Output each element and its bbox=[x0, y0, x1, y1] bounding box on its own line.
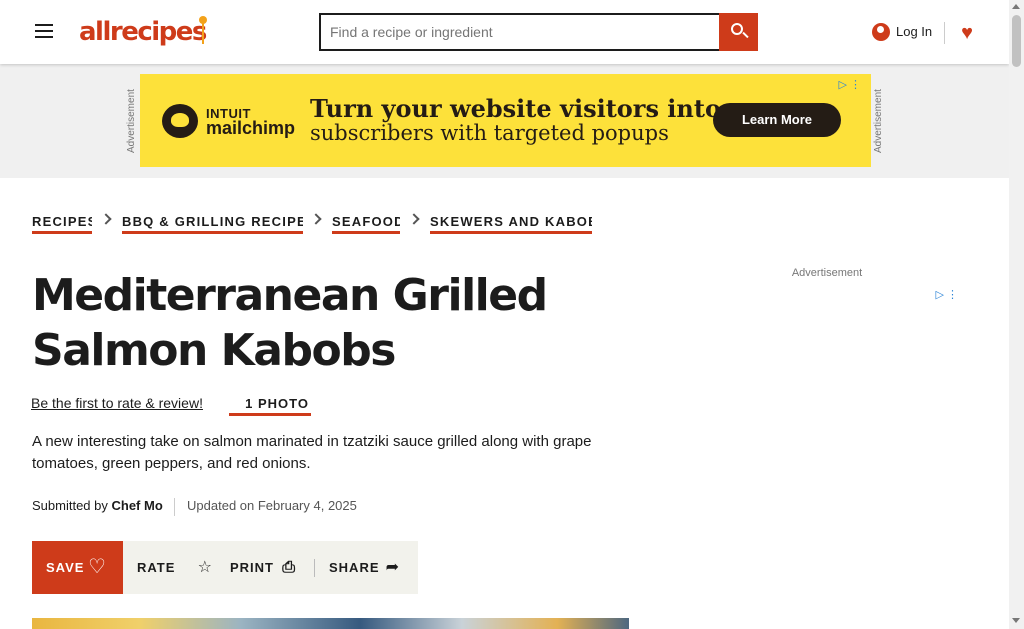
breadcrumb-bbq-grilling[interactable]: BBQ & GRILLING RECIPES bbox=[122, 210, 303, 234]
rate-button[interactable]: RATE ☆ bbox=[137, 556, 217, 580]
menu-button[interactable] bbox=[30, 18, 58, 45]
recipe-description: A new interesting take on salmon marinat… bbox=[32, 433, 592, 472]
heart-icon: ♥ bbox=[961, 22, 973, 44]
logo-text: allrecipes bbox=[79, 17, 207, 47]
recipe-hero-image[interactable] bbox=[32, 618, 629, 629]
menu-icon-bar bbox=[35, 30, 53, 32]
chevron-right-icon bbox=[310, 213, 322, 225]
ad-headline-line2: subscribers with targeted popups bbox=[310, 121, 669, 145]
updated-date: Updated on February 4, 2025 bbox=[187, 498, 357, 513]
chevron-right-icon bbox=[100, 213, 112, 225]
save-button[interactable]: SAVE ♡ bbox=[32, 541, 123, 594]
recipe-page: allrecipes Log In ♥ Advertisement Advert… bbox=[0, 0, 1024, 629]
page-scrollbar[interactable] bbox=[1009, 0, 1024, 629]
allrecipes-logo[interactable]: allrecipes bbox=[79, 14, 210, 50]
recipe-byline: Submitted by Chef Mo Updated on February… bbox=[32, 497, 357, 516]
header-divider bbox=[944, 22, 945, 44]
heart-icon: ♡ bbox=[88, 556, 107, 578]
star-icon: ☆ bbox=[197, 559, 213, 576]
login-label: Log In bbox=[896, 24, 933, 39]
save-label: SAVE bbox=[46, 560, 85, 575]
ad-brand-line2: mailchimp bbox=[206, 118, 296, 138]
saved-recipes-button[interactable]: ♥ bbox=[954, 19, 980, 47]
printer-icon: ⎙ bbox=[282, 559, 296, 576]
search-button[interactable] bbox=[719, 13, 758, 51]
share-label: SHARE bbox=[329, 560, 380, 575]
photo-count-link[interactable]: 1 PHOTO bbox=[229, 391, 311, 416]
right-rail-ad[interactable]: ▷ ⋮ bbox=[676, 286, 978, 629]
ad-learn-more-button[interactable]: Learn More bbox=[713, 103, 841, 137]
menu-icon-bar bbox=[35, 24, 53, 26]
chevron-right-icon bbox=[408, 213, 420, 225]
breadcrumb-skewers-kabobs[interactable]: SKEWERS AND KABOBS bbox=[430, 210, 592, 234]
ad-choices-icon[interactable]: ▷ ⋮ bbox=[935, 288, 958, 301]
spoon-icon bbox=[199, 16, 207, 44]
rail-ad-label: Advertisement bbox=[791, 267, 863, 279]
search-icon-handle bbox=[742, 31, 749, 39]
ad-label-right: Advertisement bbox=[873, 89, 884, 153]
action-divider bbox=[314, 559, 315, 577]
ad-label-left: Advertisement bbox=[126, 89, 137, 153]
scroll-down-arrow-icon[interactable] bbox=[1012, 618, 1020, 623]
site-header: allrecipes Log In ♥ bbox=[0, 0, 1009, 64]
mailchimp-logo-icon bbox=[162, 104, 198, 138]
share-button[interactable]: SHARE ➦ bbox=[329, 556, 404, 580]
scroll-up-arrow-icon[interactable] bbox=[1012, 4, 1020, 9]
share-icon: ➦ bbox=[385, 559, 400, 576]
submitted-by-label: Submitted by bbox=[32, 498, 108, 513]
search-icon bbox=[731, 23, 743, 35]
byline-divider bbox=[174, 497, 176, 516]
ad-headline-line1: Turn your website visitors into bbox=[310, 94, 721, 123]
mailchimp-ad-banner[interactable]: ▷ ⋮ INTUIT mailchimp Turn your website v… bbox=[140, 74, 871, 167]
print-button[interactable]: PRINT ⎙ bbox=[230, 556, 300, 580]
menu-icon-bar bbox=[35, 36, 53, 38]
print-label: PRINT bbox=[230, 560, 274, 575]
scrollbar-thumb[interactable] bbox=[1012, 15, 1021, 67]
recipe-title: Mediterranean Grilled Salmon Kabobs bbox=[32, 270, 548, 376]
login-button[interactable]: Log In bbox=[867, 19, 934, 45]
search-input[interactable] bbox=[319, 13, 721, 51]
breadcrumb-seafood[interactable]: SEAFOOD bbox=[332, 210, 400, 234]
recipe-action-bar: SAVE ♡ RATE ☆ PRINT ⎙ SHARE ➦ bbox=[32, 541, 418, 594]
user-icon bbox=[872, 23, 890, 41]
author-link[interactable]: Chef Mo bbox=[112, 498, 163, 513]
rate-label: RATE bbox=[137, 560, 176, 575]
rate-review-link[interactable]: Be the first to rate & review! bbox=[31, 391, 217, 416]
ad-choices-icon[interactable]: ▷ ⋮ bbox=[838, 78, 861, 91]
breadcrumb-recipes[interactable]: RECIPES bbox=[32, 210, 92, 234]
